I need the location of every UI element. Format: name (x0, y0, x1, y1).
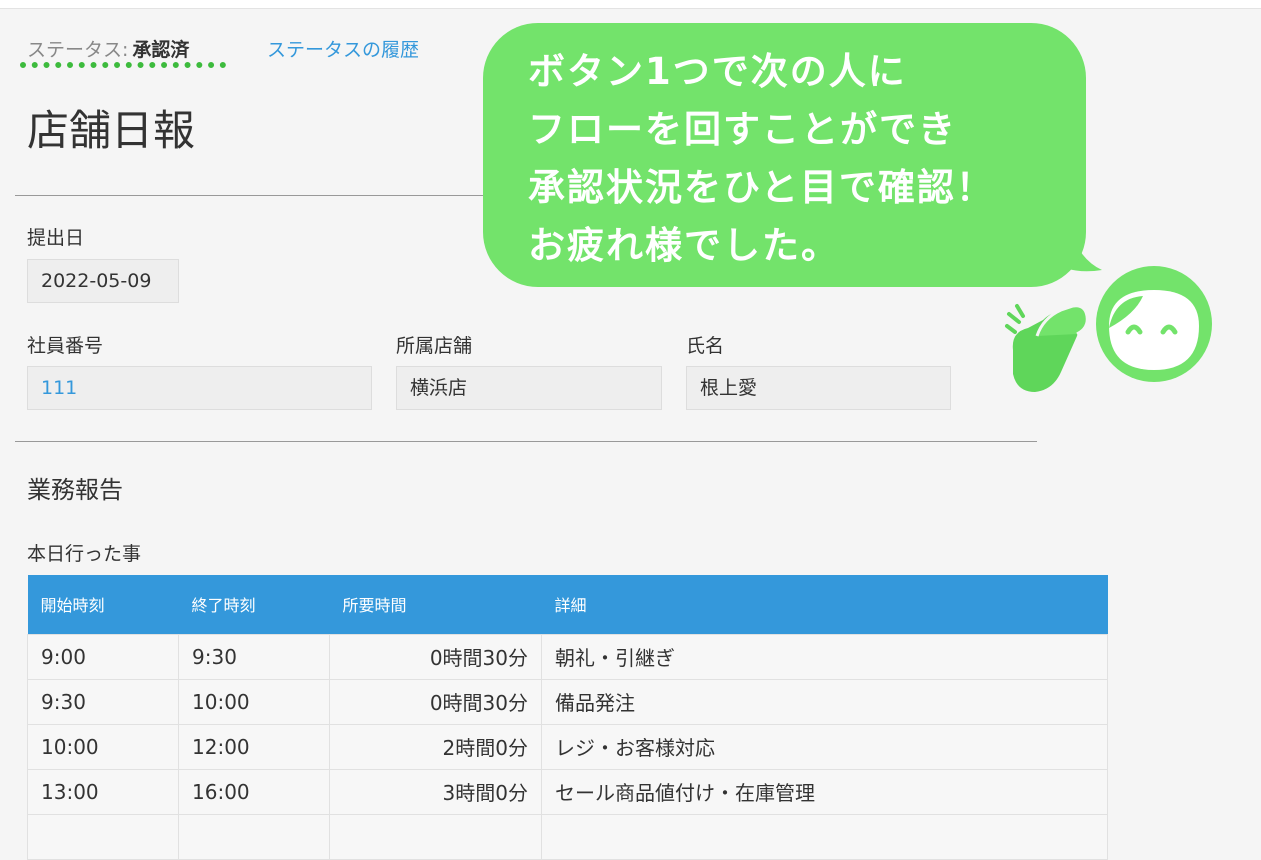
cell-end[interactable]: 10:00 (178, 678, 330, 725)
employee-number-label: 社員番号 (27, 335, 104, 357)
status-label: ステータス: (27, 39, 129, 61)
page-title: 店舗日報 (27, 106, 196, 155)
bubble-line: 承認状況をひと目で確認！ (528, 166, 995, 209)
cell-start[interactable]: 10:00 (27, 723, 179, 770)
name-field[interactable]: 根上愛 (686, 366, 951, 410)
table-row: 10:00 12:00 2時間0分 レジ・お客様対応 (27, 723, 1108, 770)
clapping-hands-icon (1005, 304, 1089, 392)
cell-end[interactable]: 16:00 (178, 768, 330, 815)
status-value: 承認済 (132, 39, 190, 61)
bubble-line: ボタン1つで次の人に (528, 50, 907, 93)
status-underline (20, 62, 226, 68)
column-header-start: 開始時刻 (27, 575, 179, 634)
section-title: 業務報告 (27, 476, 123, 504)
table-row: 9:00 9:30 0時間30分 朝礼・引継ぎ (27, 633, 1108, 680)
cell-empty (27, 813, 179, 860)
smiling-mascot-icon (1005, 266, 1212, 392)
cell-duration[interactable]: 0時間30分 (329, 633, 542, 680)
column-header-duration: 所要時間 (329, 575, 542, 634)
table-row: 9:30 10:00 0時間30分 備品発注 (27, 678, 1108, 725)
status-history-link[interactable]: ステータスの履歴 (267, 35, 419, 62)
cell-duration[interactable]: 2時間0分 (329, 723, 542, 770)
employee-number-field[interactable]: 111 (27, 366, 372, 410)
cell-duration[interactable]: 3時間0分 (329, 768, 542, 815)
header-divider (15, 195, 485, 196)
table-header-row: 開始時刻 終了時刻 所要時間 詳細 (27, 575, 1108, 634)
top-bar (0, 0, 1261, 9)
table-row: 13:00 16:00 3時間0分 セール商品値付け・在庫管理 (27, 768, 1108, 815)
cell-empty (329, 813, 542, 860)
submit-date-label: 提出日 (27, 227, 85, 249)
cell-start[interactable]: 9:00 (27, 633, 179, 680)
section-divider (15, 441, 1037, 442)
submit-date-field[interactable]: 2022-05-09 (27, 259, 179, 303)
cell-detail[interactable]: セール商品値付け・在庫管理 (541, 768, 1108, 815)
cell-detail[interactable]: レジ・お客様対応 (541, 723, 1108, 770)
cell-end[interactable]: 9:30 (178, 633, 330, 680)
cell-start[interactable]: 9:30 (27, 678, 179, 725)
store-field[interactable]: 横浜店 (396, 366, 662, 410)
column-header-end: 終了時刻 (178, 575, 330, 634)
cell-duration[interactable]: 0時間30分 (329, 678, 542, 725)
cell-detail[interactable]: 備品発注 (541, 678, 1108, 725)
cell-empty (178, 813, 330, 860)
status-indicator: ステータス: 承認済 (27, 35, 189, 62)
tasks-table: 開始時刻 終了時刻 所要時間 詳細 9:00 9:30 0時間30分 朝礼・引継… (27, 575, 1108, 860)
column-header-detail: 詳細 (541, 575, 1108, 634)
table-title: 本日行った事 (27, 543, 142, 565)
bubble-line: フローを回すことができ (528, 108, 957, 151)
cell-detail[interactable]: 朝礼・引継ぎ (541, 633, 1108, 680)
store-label: 所属店舗 (396, 335, 473, 357)
cell-start[interactable]: 13:00 (27, 768, 179, 815)
name-label: 氏名 (686, 335, 725, 357)
speech-bubble: ボタン1つで次の人に フローを回すことができ 承認状況をひと目で確認！ お疲れ様… (483, 23, 1086, 287)
table-row-partial (27, 813, 1108, 860)
cell-empty (541, 813, 1108, 860)
cell-end[interactable]: 12:00 (178, 723, 330, 770)
